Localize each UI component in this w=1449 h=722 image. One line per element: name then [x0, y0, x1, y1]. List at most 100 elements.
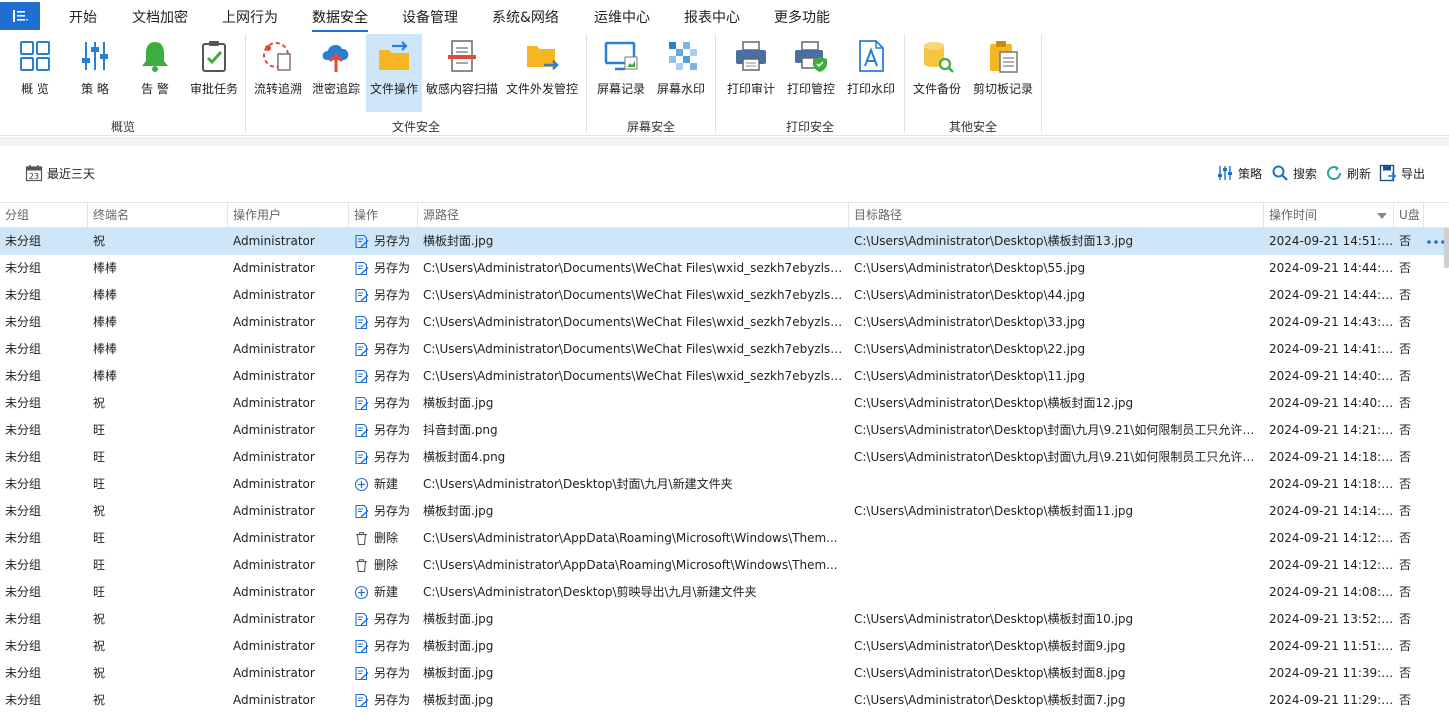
cell-target-path: C:\Users\Administrator\Desktop\横板封面9.jpg: [854, 639, 1126, 653]
print-control-button[interactable]: 打印管控: [784, 34, 838, 112]
policy-button[interactable]: 策略: [1216, 164, 1262, 182]
column-header-operation[interactable]: 操作: [349, 203, 418, 228]
file-backup-label: 文件备份: [912, 82, 961, 96]
cell-terminal: 祝: [93, 639, 106, 653]
approval-task-button[interactable]: 审批任务: [186, 34, 242, 112]
cell-time: 2024-09-21 14:12:51: [1269, 531, 1394, 545]
table-row[interactable]: 未分组 祝 Administrator 另存为 横板封面.jpg C:\User…: [0, 498, 1449, 525]
table-row[interactable]: 未分组 旺 Administrator 删除 C:\Users\Administ…: [0, 552, 1449, 579]
print-audit-button[interactable]: 打印审计: [724, 34, 778, 112]
export-button[interactable]: 导出: [1379, 164, 1425, 182]
menu-web-behavior[interactable]: 上网行为: [222, 7, 278, 27]
cell-usb: 否: [1399, 288, 1412, 302]
table-row[interactable]: 未分组 棒棒 Administrator 另存为 C:\Users\Admini…: [0, 363, 1449, 390]
column-header-source-path[interactable]: 源路径: [418, 203, 849, 228]
group-label-print-security: 打印安全: [785, 120, 834, 134]
cell-usb: 否: [1399, 612, 1412, 626]
column-header-usb[interactable]: U盘: [1394, 203, 1424, 228]
menu-data-security[interactable]: 数据安全: [312, 7, 368, 32]
date-filter-button[interactable]: 23 最近三天: [25, 164, 95, 182]
table-row[interactable]: 未分组 祝 Administrator 另存为 横板封面.jpg C:\User…: [0, 660, 1449, 687]
menu-doc-encryption[interactable]: 文档加密: [132, 7, 188, 27]
cell-user: Administrator: [233, 585, 315, 599]
table-row[interactable]: 未分组 棒棒 Administrator 另存为 C:\Users\Admini…: [0, 255, 1449, 282]
vertical-scrollbar[interactable]: [1444, 228, 1449, 268]
leak-trace-button[interactable]: 泄密追踪: [309, 34, 363, 112]
cell-source-path: C:\Users\Administrator\Desktop\剪映导出\九月\新…: [423, 585, 757, 599]
group-label-overview: 概览: [110, 120, 135, 134]
file-operation-button[interactable]: 文件操作: [366, 34, 422, 112]
app-menu-icon: [13, 10, 28, 22]
column-header-group[interactable]: 分组: [0, 203, 88, 228]
table-row[interactable]: 未分组 旺 Administrator 新建 C:\Users\Administ…: [0, 471, 1449, 498]
table-row[interactable]: 未分组 祝 Administrator 另存为 横板封面.jpg C:\User…: [0, 390, 1449, 417]
sliders-icon: [1218, 166, 1232, 180]
cell-user: Administrator: [233, 288, 315, 302]
column-header-user[interactable]: 操作用户: [228, 203, 349, 228]
operation-label: 另存为: [374, 342, 411, 356]
sensitive-scan-button[interactable]: 敏感内容扫描: [424, 34, 500, 112]
cell-time: 2024-09-21 11:39:45: [1269, 666, 1394, 680]
menu-more-features[interactable]: 更多功能: [774, 7, 830, 27]
table-row[interactable]: 未分组 棒棒 Administrator 另存为 C:\Users\Admini…: [0, 282, 1449, 309]
search-label: 搜索: [1293, 166, 1318, 181]
print-watermark-button[interactable]: 打印水印: [844, 34, 898, 112]
table-row[interactable]: 未分组 祝 Administrator 另存为 横板封面.jpg C:\User…: [0, 633, 1449, 660]
menu-ops-center[interactable]: 运维中心: [594, 7, 650, 27]
table-row[interactable]: 未分组 旺 Administrator 新建 C:\Users\Administ…: [0, 579, 1449, 606]
screen-watermark-button[interactable]: 屏幕水印: [654, 34, 708, 112]
cell-terminal: 棒棒: [93, 288, 118, 302]
file-backup-button[interactable]: 文件备份: [910, 34, 964, 112]
menu-start[interactable]: 开始: [69, 7, 97, 27]
table-row[interactable]: 未分组 旺 Administrator 另存为 横板封面4.png C:\Use…: [0, 444, 1449, 471]
cell-operation: 另存为: [349, 228, 418, 255]
cell-group: 未分组: [5, 369, 42, 383]
cell-usb: 否: [1399, 531, 1412, 545]
cell-group: 未分组: [5, 639, 42, 653]
group-separator: [586, 34, 587, 132]
menu-device-management[interactable]: 设备管理: [402, 7, 458, 27]
date-filter-label: 最近三天: [47, 166, 96, 181]
database-search-icon: [924, 42, 954, 73]
column-header-time[interactable]: 操作时间: [1264, 203, 1394, 228]
alert-button[interactable]: 告 警: [132, 34, 178, 112]
clipboard-check-icon: [202, 41, 226, 72]
column-header-target-path[interactable]: 目标路径: [849, 203, 1264, 228]
screen-record-button[interactable]: 屏幕记录: [594, 34, 648, 112]
cell-operation: 删除: [349, 552, 418, 579]
cell-usb: 否: [1399, 423, 1412, 437]
more-options-icon[interactable]: [1427, 240, 1445, 244]
file-outbound-control-button[interactable]: 文件外发管控: [504, 34, 580, 112]
cell-terminal: 祝: [93, 504, 106, 518]
cell-source-path: 横板封面.jpg: [423, 693, 494, 707]
policy-ribbon-button[interactable]: 策 略: [72, 34, 118, 112]
cell-target-path: C:\Users\Administrator\Desktop\封面\九月\9.2…: [854, 450, 1264, 464]
table-row[interactable]: 未分组 祝 Administrator 另存为 横板封面.jpg C:\User…: [0, 228, 1449, 255]
cell-target-path: C:\Users\Administrator\Desktop\封面\九月\9.2…: [854, 423, 1264, 437]
table-row[interactable]: 未分组 祝 Administrator 另存为 横板封面.jpg C:\User…: [0, 606, 1449, 633]
refresh-button[interactable]: 刷新: [1325, 164, 1371, 182]
table-row[interactable]: 未分组 旺 Administrator 删除 C:\Users\Administ…: [0, 525, 1449, 552]
cell-time: 2024-09-21 14:08:08: [1269, 585, 1394, 599]
operation-label: 另存为: [374, 504, 411, 518]
column-header-terminal[interactable]: 终端名: [88, 203, 228, 228]
operation-label: 新建: [374, 585, 399, 599]
table-row[interactable]: 未分组 棒棒 Administrator 另存为 C:\Users\Admini…: [0, 336, 1449, 363]
table-row[interactable]: 未分组 祝 Administrator 另存为 横板封面.jpg C:\User…: [0, 687, 1449, 714]
cell-terminal: 棒棒: [93, 261, 118, 275]
printer-icon: [736, 41, 766, 71]
search-button[interactable]: 搜索: [1271, 164, 1317, 182]
save-as-icon: [354, 423, 374, 438]
overview-label: 概 览: [21, 82, 49, 96]
menu-system-network[interactable]: 系统&网络: [492, 7, 559, 27]
menu-report-center[interactable]: 报表中心: [684, 7, 740, 27]
table-row[interactable]: 未分组 棒棒 Administrator 另存为 C:\Users\Admini…: [0, 309, 1449, 336]
clipboard-record-button[interactable]: 剪切板记录: [970, 34, 1036, 112]
cell-user: Administrator: [233, 342, 315, 356]
cell-usb: 否: [1399, 504, 1412, 518]
flow-trace-button[interactable]: 流转追溯: [251, 34, 305, 112]
app-menu-button[interactable]: [0, 2, 40, 30]
bell-icon: [142, 42, 168, 72]
overview-button[interactable]: 概 览: [12, 34, 58, 112]
table-row[interactable]: 未分组 旺 Administrator 另存为 抖音封面.png C:\User…: [0, 417, 1449, 444]
